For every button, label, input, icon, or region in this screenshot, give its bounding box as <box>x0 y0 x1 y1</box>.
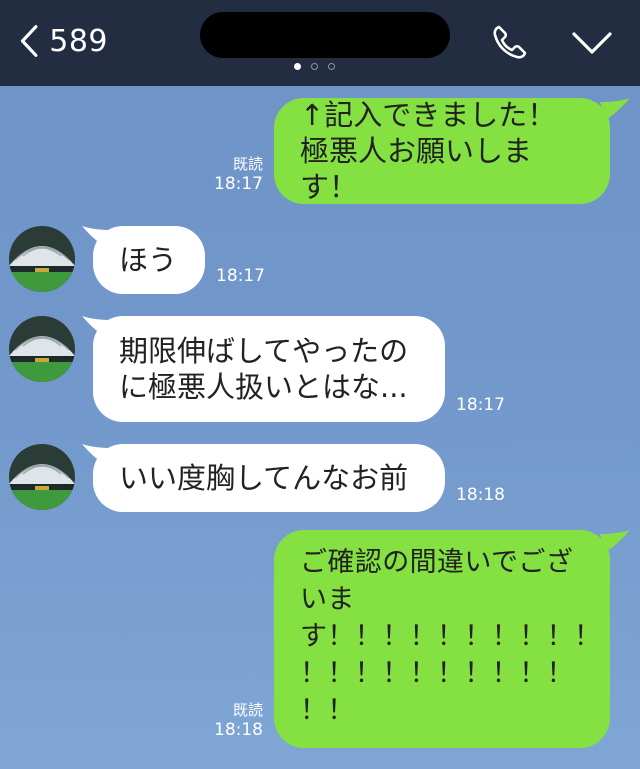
message-line: いま <box>300 584 355 615</box>
stadium-photo-avatar <box>9 316 75 382</box>
back-button[interactable]: 589 <box>18 18 108 64</box>
message-time: 18:18 <box>214 720 263 740</box>
incoming-message-bubble[interactable]: いい度胸してんなお前 <box>93 444 445 512</box>
outgoing-message-bubble[interactable]: ↑記入できました！ 極悪人お願いします！ <box>274 98 610 204</box>
read-receipt: 既読 <box>232 701 263 719</box>
bubble-tail <box>600 98 630 120</box>
message-line: ご確認の間違いでござ <box>300 547 574 578</box>
message-line: ！！ <box>300 695 355 726</box>
phone-icon <box>493 25 527 59</box>
message-line: 期限伸ばしてやったの <box>119 334 409 368</box>
page-dot-active <box>294 63 301 70</box>
bubble-tail <box>600 530 630 552</box>
page-dot <box>311 63 318 70</box>
message-line: ほう <box>119 243 178 277</box>
call-button[interactable] <box>490 22 530 62</box>
message-time: 18:18 <box>456 485 505 505</box>
message-line: ！！！！！！！！！！ <box>300 658 574 689</box>
chevron-left-icon <box>20 25 38 57</box>
message-time: 18:17 <box>456 395 505 415</box>
incoming-message-bubble[interactable]: 期限伸ばしてやったの に極悪人扱いとはな... <box>93 316 445 422</box>
outgoing-message-bubble[interactable]: ご確認の間違いでござ いま す！！！！！！！！！！ ！！！！！！！！！！ ！！ <box>274 530 610 748</box>
contact-avatar[interactable] <box>9 316 75 382</box>
stadium-photo-avatar <box>9 226 75 292</box>
message-line: に極悪人扱いとはな... <box>119 370 408 404</box>
page-dot <box>328 63 335 70</box>
contact-avatar[interactable] <box>9 226 75 292</box>
message-line: いい度胸してんなお前 <box>119 461 409 495</box>
stadium-photo-avatar <box>9 444 75 510</box>
message-meta: 既読 18:17 <box>205 154 263 194</box>
chevron-down-icon <box>572 32 612 54</box>
redacted-contact-name <box>200 12 450 58</box>
message-line: ↑記入できました！ <box>300 98 557 132</box>
page-indicator <box>294 63 335 70</box>
contact-avatar[interactable] <box>9 444 75 510</box>
message-line: す！！！！！！！！！！ <box>300 621 602 652</box>
incoming-message-bubble[interactable]: ほう <box>93 226 205 294</box>
chat-header: 589 <box>0 0 640 86</box>
message-time: 18:17 <box>216 266 265 286</box>
message-time: 18:17 <box>214 174 263 194</box>
read-receipt: 既読 <box>232 155 263 173</box>
unread-count: 589 <box>49 23 108 59</box>
message-line: 極悪人お願いします！ <box>300 134 533 204</box>
message-meta: 既読 18:18 <box>205 700 263 740</box>
menu-toggle-button[interactable] <box>570 28 614 58</box>
